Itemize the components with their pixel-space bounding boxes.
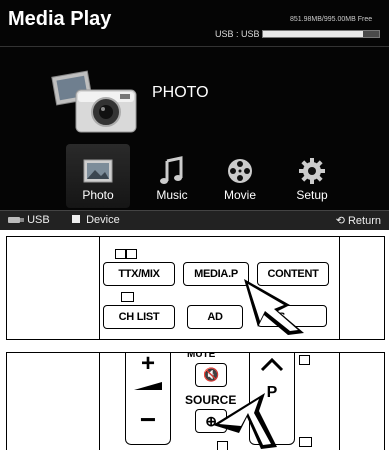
footer-return[interactable]: ⟲ Return (336, 214, 381, 227)
page-title: Media Play (8, 8, 112, 30)
hero-label: PHOTO (152, 84, 209, 101)
header-divider (0, 46, 389, 47)
tv-screen: Media Play 851.98MB/995.00MB Free USB : … (0, 0, 389, 230)
storage-device-label: USB : USB (215, 29, 260, 39)
menu-item-movie[interactable]: Movie (208, 150, 272, 208)
film-reel-icon (228, 159, 252, 183)
mute-label: MUTE (187, 352, 216, 360)
footer-return-label: Return (347, 215, 381, 227)
volume-rocker[interactable]: + − (125, 353, 171, 445)
pointer-arrow-icon (244, 279, 304, 335)
remote-edge-right (339, 237, 340, 339)
menu-item-setup[interactable]: Setup (280, 150, 344, 208)
remote-edge-left (99, 237, 100, 339)
footer-usb-label: USB (27, 214, 50, 226)
return-icon: ⟲ (335, 215, 345, 227)
music-note-icon (160, 156, 183, 184)
teletext-mix-icon (126, 249, 137, 259)
usb-icon (8, 217, 24, 224)
volume-ramp-icon (134, 382, 162, 390)
menu-item-label: Movie (223, 188, 256, 202)
channel-mini-icon-top (299, 355, 310, 365)
storage-free-text: 851.98MB/995.00MB Free (290, 16, 373, 23)
volume-up-button[interactable]: + (126, 353, 170, 378)
channel-up-icon[interactable] (260, 358, 284, 372)
storage-bar-fill (263, 31, 363, 37)
photo-icon (83, 159, 113, 183)
remote-panel-source: + − MUTE 🔇 SOURCE ⊕ P (6, 352, 385, 450)
gear-icon (299, 158, 325, 184)
remote-panel-media: TTX/MIX MEDIA.P CONTENT CH LIST AD S (6, 236, 385, 340)
tv-footer: USB Device ⟲ Return (0, 210, 389, 230)
storage-bar (262, 30, 380, 38)
mute-icon: 🔇 (203, 367, 219, 382)
remote-edge-right (339, 353, 340, 450)
remote-edge-left (99, 353, 100, 450)
teletext-icon (115, 249, 126, 259)
photo-camera-icon (51, 70, 137, 133)
menu-item-label: Photo (82, 188, 114, 202)
pointer-arrow-icon (213, 393, 277, 449)
channel-list-icon (121, 292, 134, 302)
footer-usb[interactable]: USB (8, 214, 50, 226)
footer-device-label: Device (86, 214, 120, 226)
menu-item-music[interactable]: Music (140, 150, 204, 208)
menu-item-label: Setup (296, 188, 328, 202)
menu-item-photo[interactable]: Photo (66, 144, 130, 208)
ch-list-button[interactable]: CH LIST (103, 305, 175, 329)
channel-mini-icon-bottom (299, 437, 312, 447)
footer-device[interactable]: Device (72, 214, 120, 226)
volume-down-button[interactable]: − (126, 404, 170, 436)
square-icon (72, 215, 80, 223)
menu-item-label: Music (156, 188, 188, 202)
ttx-mix-button[interactable]: TTX/MIX (103, 262, 175, 286)
